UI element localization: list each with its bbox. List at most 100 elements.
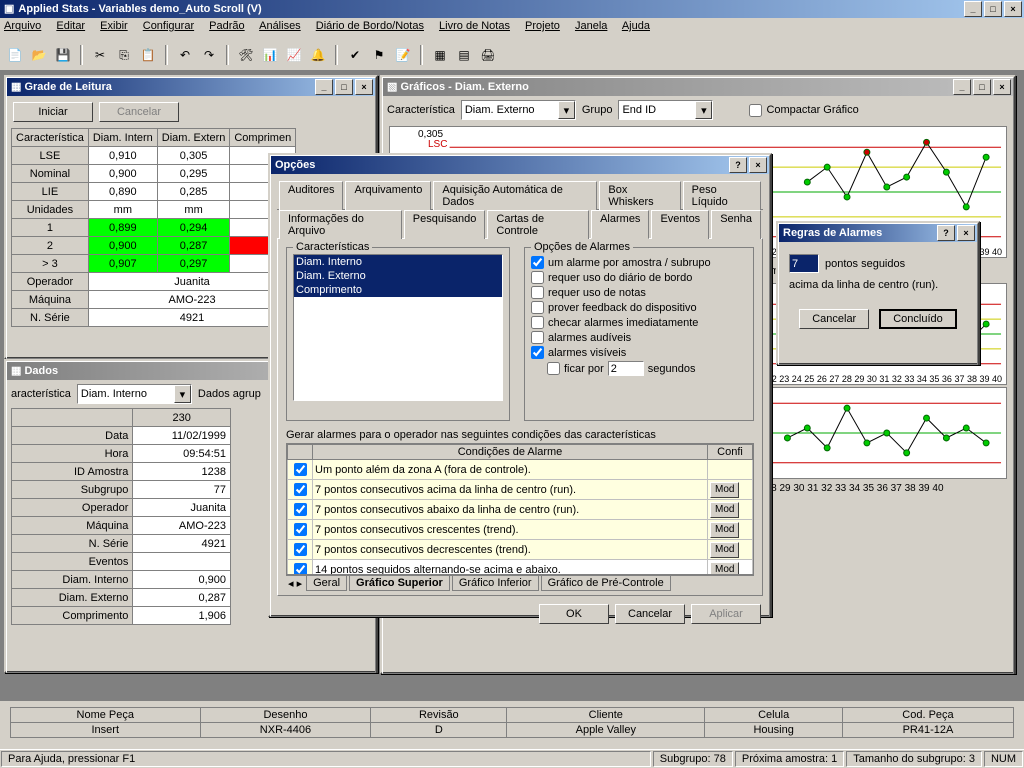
chart-icon[interactable]: 📊 (259, 44, 281, 66)
ficar-input[interactable] (608, 361, 644, 376)
concluido-button[interactable]: Concluído (879, 309, 957, 329)
graf-min-button[interactable]: _ (953, 79, 971, 95)
regras-close-button[interactable]: × (957, 225, 975, 241)
undo-icon[interactable]: ↶ (174, 44, 196, 66)
tab-eventos[interactable]: Eventos (651, 210, 709, 239)
tab-pesq[interactable]: Pesquisando (404, 210, 486, 239)
chevron-down-icon[interactable]: ▾ (558, 101, 575, 119)
cb-visiveis[interactable]: alarmes visíveis (531, 346, 747, 359)
cb-um-alarme[interactable]: um alarme por amostra / subrupo (531, 256, 747, 269)
grade-max-button[interactable]: □ (335, 79, 353, 95)
btab-sup[interactable]: Gráfico Superior (349, 576, 450, 591)
bell-icon[interactable]: 🔔 (307, 44, 329, 66)
tab-box[interactable]: Box Whiskers (599, 181, 680, 210)
mod-button[interactable]: Mod (710, 482, 739, 498)
cond-cb[interactable] (294, 503, 307, 516)
cb-checar[interactable]: checar alarmes imediatamente (531, 316, 747, 329)
cb-notas[interactable]: requer uso de notas (531, 286, 747, 299)
cb-ficar[interactable] (547, 362, 560, 375)
regras-help-button[interactable]: ? (937, 225, 955, 241)
cb-diario[interactable]: requer uso do diário de bordo (531, 271, 747, 284)
cond-cb[interactable] (294, 463, 307, 476)
graf-close-button[interactable]: × (993, 79, 1011, 95)
stats-icon[interactable]: 📈 (283, 44, 305, 66)
dados-table[interactable]: 230 Data11/02/1999 Hora09:54:51 ID Amost… (11, 408, 231, 625)
print-icon[interactable]: 🖨 (477, 44, 499, 66)
menu-janela[interactable]: Janela (575, 20, 607, 32)
mod-button[interactable]: Mod (710, 522, 739, 538)
tab-cartas[interactable]: Cartas de Controle (487, 210, 589, 239)
list-item[interactable]: Comprimento (294, 283, 502, 297)
mod-button[interactable]: Mod (710, 502, 739, 518)
close-button[interactable]: × (1004, 1, 1022, 17)
menu-livro[interactable]: Livro de Notas (439, 20, 510, 32)
copy-icon[interactable]: ⎘ (113, 44, 135, 66)
opcoes-cancelar-button[interactable]: Cancelar (615, 604, 685, 624)
cb-audiveis[interactable]: alarmes audíveis (531, 331, 747, 344)
mod-button[interactable]: Mod (710, 562, 739, 576)
menu-editar[interactable]: Editar (56, 20, 85, 32)
chevron-down-icon[interactable]: ▾ (174, 385, 191, 403)
btab-pre[interactable]: Gráfico de Pré-Controle (541, 576, 671, 591)
chevron-down-icon[interactable]: ▾ (695, 101, 712, 119)
maximize-button[interactable]: □ (984, 1, 1002, 17)
iniciar-button[interactable]: Iniciar (13, 102, 93, 122)
tab-arquivamento[interactable]: Arquivamento (345, 181, 431, 210)
graf-max-button[interactable]: □ (973, 79, 991, 95)
tab-peso[interactable]: Peso Líquido (683, 181, 761, 210)
minimize-button[interactable]: _ (964, 1, 982, 17)
menu-ajuda[interactable]: Ajuda (622, 20, 650, 32)
tab-senha[interactable]: Senha (711, 210, 761, 239)
cond-cb[interactable] (294, 523, 307, 536)
menu-analises[interactable]: Análises (259, 20, 301, 32)
aplicar-button[interactable]: Aplicar (691, 604, 761, 624)
cb-feedback[interactable]: prover feedback do dispositivo (531, 301, 747, 314)
alarm-table[interactable]: Condições de AlarmeConfi Um ponto além d… (287, 444, 753, 575)
opcoes-close-button[interactable]: × (749, 157, 767, 173)
paste-icon[interactable]: 📋 (137, 44, 159, 66)
grupo-dropdown[interactable]: End ID▾ (618, 100, 713, 120)
cancelar-button[interactable]: Cancelar (99, 102, 179, 122)
menu-diario[interactable]: Diário de Bordo/Notas (316, 20, 424, 32)
new-icon[interactable]: 📄 (4, 44, 26, 66)
list-item[interactable]: Diam. Interno (294, 255, 502, 269)
mod-button[interactable]: Mod (710, 542, 739, 558)
help-button[interactable]: ? (729, 157, 747, 173)
menu-exibir[interactable]: Exibir (100, 20, 128, 32)
regras-cancelar-button[interactable]: Cancelar (799, 309, 869, 329)
menu-arquivo[interactable]: Arquivo (4, 20, 41, 32)
ok-button[interactable]: OK (539, 604, 609, 624)
check-icon[interactable]: ✔ (344, 44, 366, 66)
tab-auditores[interactable]: Auditores (279, 181, 343, 210)
tool-icon[interactable]: 🛠 (235, 44, 257, 66)
btab-geral[interactable]: Geral (306, 576, 347, 591)
grade-close-button[interactable]: × (355, 79, 373, 95)
graf-carac-dropdown[interactable]: Diam. Externo▾ (461, 100, 576, 120)
flag-icon[interactable]: ⚑ (368, 44, 390, 66)
cut-icon[interactable]: ✂ (89, 44, 111, 66)
menu-padrao[interactable]: Padrão (209, 20, 244, 32)
open-icon[interactable]: 📂 (28, 44, 50, 66)
redo-icon[interactable]: ↷ (198, 44, 220, 66)
btab-inf[interactable]: Gráfico Inferior (452, 576, 539, 591)
pontos-input[interactable] (789, 254, 819, 273)
tab-info[interactable]: Informações do Arquivo (279, 210, 402, 239)
grade-min-button[interactable]: _ (315, 79, 333, 95)
toolbar: 📄 📂 💾 ✂ ⎘ 📋 ↶ ↷ 🛠 📊 📈 🔔 ✔ ⚑ 📝 ▦ ▤ 🖨 (0, 40, 1024, 71)
cascade-icon[interactable]: ▤ (453, 44, 475, 66)
tab-alarmes[interactable]: Alarmes (591, 210, 649, 239)
menu-configurar[interactable]: Configurar (143, 20, 194, 32)
list-item[interactable]: Diam. Externo (294, 269, 502, 283)
menu-projeto[interactable]: Projeto (525, 20, 560, 32)
cond-cb[interactable] (294, 483, 307, 496)
window-icon[interactable]: ▦ (429, 44, 451, 66)
note-icon[interactable]: 📝 (392, 44, 414, 66)
carac-listbox[interactable]: Diam. Interno Diam. Externo Comprimento (293, 254, 503, 401)
tab-aquisicao[interactable]: Aquisição Automática de Dados (433, 181, 597, 210)
cond-cb[interactable] (294, 543, 307, 556)
save-icon[interactable]: 💾 (52, 44, 74, 66)
compactar-checkbox[interactable]: Compactar Gráfico (749, 104, 858, 117)
carac-dropdown[interactable]: Diam. Interno▾ (77, 384, 192, 404)
cond-cb[interactable] (294, 563, 307, 575)
grade-table[interactable]: CaracterísticaDiam. InternDiam. ExternCo… (11, 128, 296, 327)
